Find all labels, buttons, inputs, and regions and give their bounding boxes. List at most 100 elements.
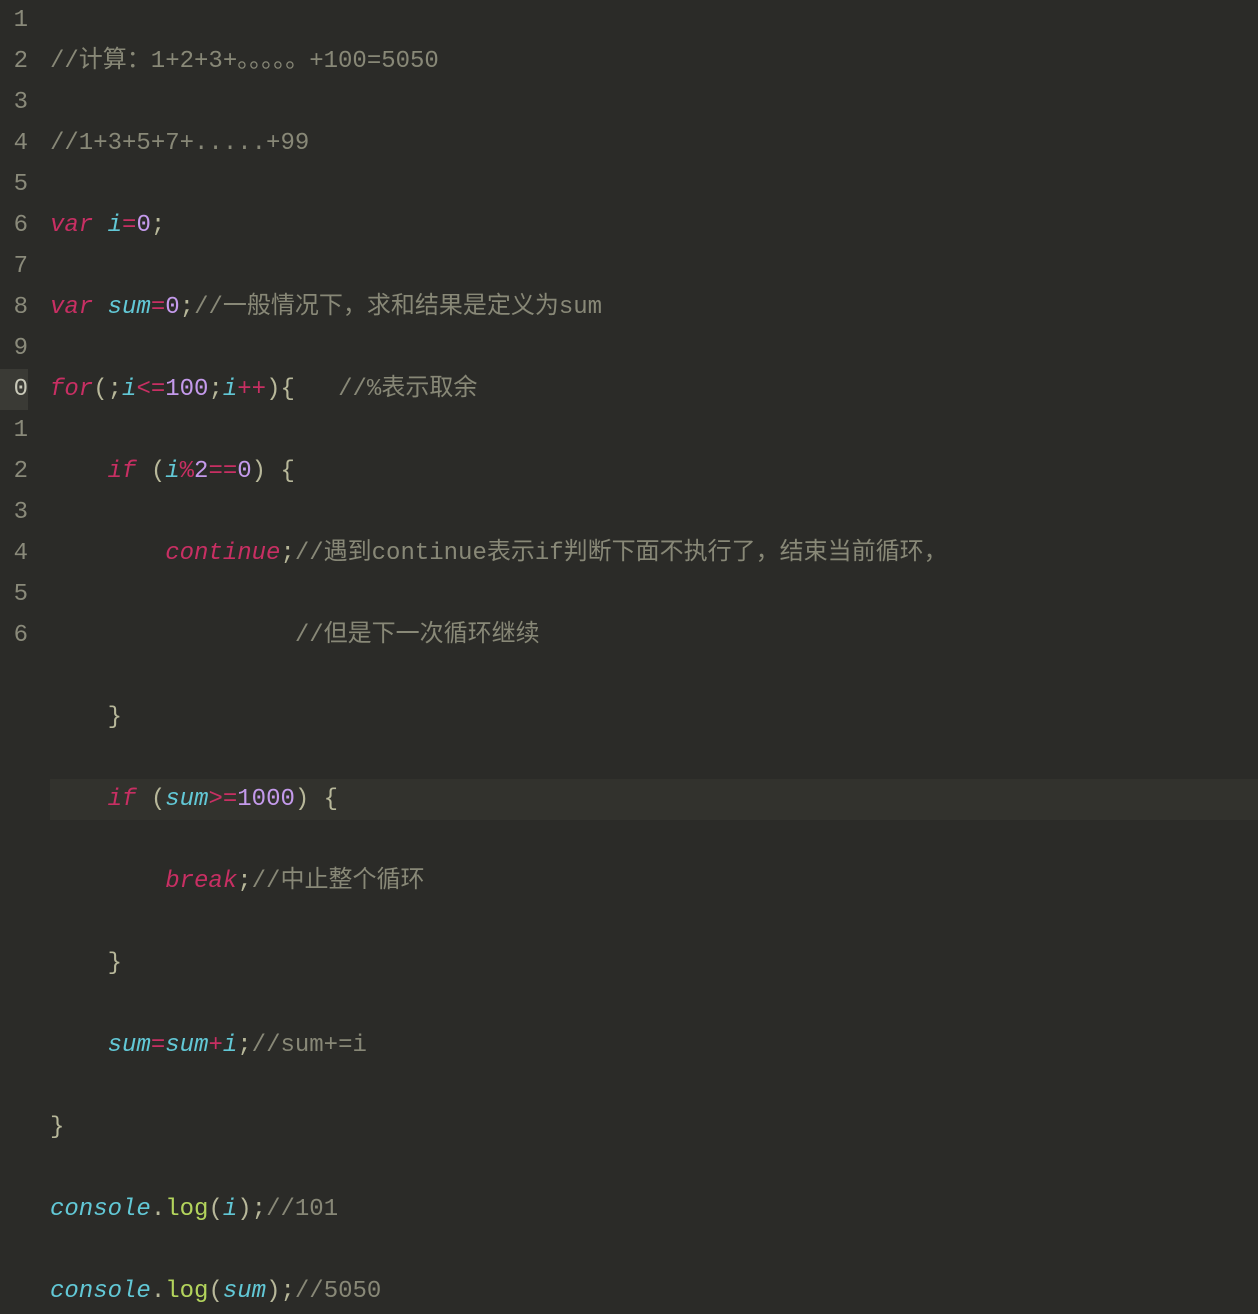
line-number: 9 [0,328,28,369]
code-line[interactable]: for(;i<=100;i++){ //%表示取余 [50,369,1258,410]
identifier: i [165,458,179,485]
dot: . [151,1278,165,1305]
identifier-console: console [50,1278,151,1305]
code-line[interactable]: var sum=0;//一般情况下，求和结果是定义为sum [50,287,1258,328]
line-number: 7 [0,246,28,287]
code-line[interactable]: continue;//遇到continue表示if判断下面不执行了，结束当前循环… [50,533,1258,574]
keyword-if: if [108,786,137,813]
keyword-if: if [108,458,137,485]
comment: //1+3+5+7+.....+99 [50,130,309,157]
identifier: sum [165,786,208,813]
paren: ( [208,1278,222,1305]
code-line[interactable]: if (i%2==0) { [50,451,1258,492]
code-line[interactable]: //计算：1+2+3+。。。。。+100=5050 [50,41,1258,82]
identifier: sum [108,294,151,321]
code-line[interactable]: } [50,1107,1258,1148]
identifier: i [223,376,237,403]
code-line[interactable]: console.log(i);//101 [50,1189,1258,1230]
keyword-continue: continue [165,540,280,567]
line-number: 3 [0,82,28,123]
identifier-console: console [50,1196,151,1223]
line-number: 4 [0,123,28,164]
number: 0 [136,212,150,239]
comment: //遇到continue表示if判断下面不执行了，结束当前循环， [295,540,948,567]
number: 0 [237,458,251,485]
number: 0 [165,294,179,321]
number: 2 [194,458,208,485]
brace: ) { [252,458,295,485]
line-number: 1 [0,0,28,41]
semicolon: ; [280,540,294,567]
brace: ){ [266,376,338,403]
line-number: 6 [0,205,28,246]
line-number: 2 [0,451,28,492]
line-number: 2 [0,41,28,82]
comment: //但是下一次循环继续 [295,622,540,649]
method-log: log [165,1278,208,1305]
comment: //sum+=i [252,1032,367,1059]
keyword-var: var [50,294,93,321]
code-line[interactable]: } [50,943,1258,984]
keyword-break: break [165,868,237,895]
line-number: 6 [0,615,28,656]
code-content[interactable]: //计算：1+2+3+。。。。。+100=5050 //1+3+5+7+....… [36,0,1258,657]
method-log: log [165,1196,208,1223]
operator: = [151,1032,165,1059]
number: 100 [165,376,208,403]
comment: //%表示取余 [338,376,477,403]
keyword-var: var [50,212,93,239]
code-line[interactable]: break;//中止整个循环 [50,861,1258,902]
line-number: 5 [0,574,28,615]
line-number: 8 [0,287,28,328]
operator: >= [208,786,237,813]
paren: (; [93,376,122,403]
paren: ( [208,1196,222,1223]
comment: //101 [266,1196,338,1223]
code-line[interactable]: } [50,697,1258,738]
comment: //一般情况下，求和结果是定义为sum [194,294,602,321]
line-number: 0 [0,369,28,410]
operator: = [151,294,165,321]
paren: ); [237,1196,266,1223]
line-number: 5 [0,164,28,205]
comment: //中止整个循环 [252,868,425,895]
identifier: sum [108,1032,151,1059]
identifier: i [223,1032,237,1059]
operator: + [208,1032,222,1059]
brace: } [108,704,122,731]
line-number: 1 [0,410,28,451]
line-number: 4 [0,533,28,574]
brace: ) { [295,786,338,813]
brace: } [50,1114,64,1141]
identifier: sum [165,1032,208,1059]
brace: } [108,950,122,977]
paren: ); [266,1278,295,1305]
operator: ++ [237,376,266,403]
identifier: i [223,1196,237,1223]
semicolon: ; [237,868,251,895]
number: 1000 [237,786,295,813]
identifier: i [122,376,136,403]
code-editor[interactable]: 1 2 3 4 5 6 7 8 9 0 1 2 3 4 5 6 //计算：1+2… [0,0,1258,657]
operator: % [180,458,194,485]
code-line[interactable]: console.log(sum);//5050 [50,1271,1258,1312]
code-line[interactable]: sum=sum+i;//sum+=i [50,1025,1258,1066]
paren: ( [151,458,165,485]
semicolon: ; [151,212,165,239]
identifier: i [108,212,122,239]
identifier: sum [223,1278,266,1305]
code-line[interactable]: //但是下一次循环继续 [50,615,1258,656]
code-line[interactable]: if (sum>=1000) { [50,779,1258,820]
code-line[interactable]: //1+3+5+7+.....+99 [50,123,1258,164]
operator: = [122,212,136,239]
semicolon: ; [180,294,194,321]
dot: . [151,1196,165,1223]
paren: ( [151,786,165,813]
comment: //计算：1+2+3+。。。。。+100=5050 [50,48,439,75]
line-number: 3 [0,492,28,533]
code-line[interactable]: var i=0; [50,205,1258,246]
semicolon: ; [237,1032,251,1059]
operator: <= [136,376,165,403]
comment: //5050 [295,1278,381,1305]
line-number-gutter: 1 2 3 4 5 6 7 8 9 0 1 2 3 4 5 6 [0,0,36,657]
